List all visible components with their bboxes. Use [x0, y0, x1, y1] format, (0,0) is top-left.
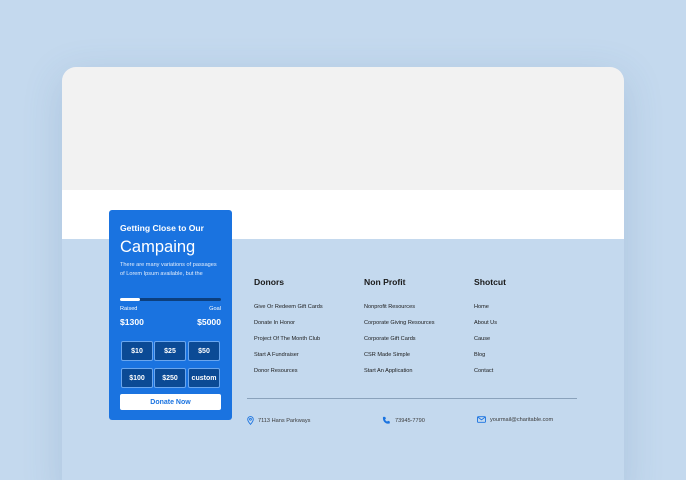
- amount-button-50[interactable]: $50: [188, 341, 220, 361]
- amount-button-25[interactable]: $25: [154, 341, 186, 361]
- card-description: There are many variations of passages of…: [120, 262, 217, 277]
- footer-link[interactable]: Start An Application: [364, 368, 413, 374]
- contact-phone[interactable]: 73945-7790: [382, 416, 425, 425]
- footer-link[interactable]: Nonprofit Resources: [364, 304, 415, 310]
- card-title: Campaing: [120, 238, 196, 256]
- footer-link[interactable]: CSR Made Simple: [364, 352, 410, 358]
- contact-address: 7113 Hans Parkways: [247, 416, 310, 425]
- footer-link-contact[interactable]: Contact: [474, 368, 493, 374]
- donation-card: Getting Close to Our Campaing There are …: [109, 210, 232, 420]
- footer-link-cause[interactable]: Cause: [474, 336, 490, 342]
- column-title-donors: Donors: [254, 277, 285, 287]
- footer-link-home[interactable]: Home: [474, 304, 489, 310]
- progress-fill: [120, 298, 141, 301]
- footer-link[interactable]: Start A Fundraiser: [254, 352, 299, 358]
- phone-icon: [382, 416, 390, 424]
- mail-icon: [477, 416, 486, 423]
- amount-button-100[interactable]: $100: [121, 368, 153, 388]
- footer-link-blog[interactable]: Blog: [474, 352, 485, 358]
- footer-link[interactable]: Give Or Redeem Gift Cards: [254, 304, 323, 310]
- amount-button-custom[interactable]: custom: [188, 368, 220, 388]
- amount-button-250[interactable]: $250: [154, 368, 186, 388]
- footer-link[interactable]: Donor Resources: [254, 368, 298, 374]
- card-kicker: Getting Close to Our: [120, 223, 205, 233]
- progress-bar: [120, 298, 221, 301]
- raised-label: Raised: [120, 306, 138, 312]
- donate-now-button[interactable]: Donate Now: [120, 394, 221, 410]
- column-title-shortcut: Shotcut: [474, 277, 506, 287]
- phone-text: 73945-7790: [395, 417, 425, 424]
- footer-link[interactable]: Corporate Giving Resources: [364, 320, 435, 326]
- amount-button-10[interactable]: $10: [121, 341, 153, 361]
- raised-value: $1300: [120, 317, 144, 327]
- map-pin-icon: [247, 416, 254, 425]
- footer-link-about[interactable]: About Us: [474, 320, 497, 326]
- footer-link[interactable]: Project Of The Month Club: [254, 336, 320, 342]
- hero-placeholder: [62, 67, 624, 190]
- address-text: 7113 Hans Parkways: [258, 417, 311, 424]
- footer-link[interactable]: Donate In Honor: [254, 320, 295, 326]
- goal-label: Goal: [209, 306, 221, 312]
- goal-value: $5000: [197, 317, 221, 327]
- footer-divider: [247, 398, 577, 399]
- column-title-non-profit: Non Profit: [364, 277, 406, 287]
- footer-link[interactable]: Corporate Gift Cards: [364, 336, 416, 342]
- contact-email[interactable]: yourmail@charitable.com: [477, 416, 553, 423]
- email-text: yourmail@charitable.com: [490, 416, 554, 423]
